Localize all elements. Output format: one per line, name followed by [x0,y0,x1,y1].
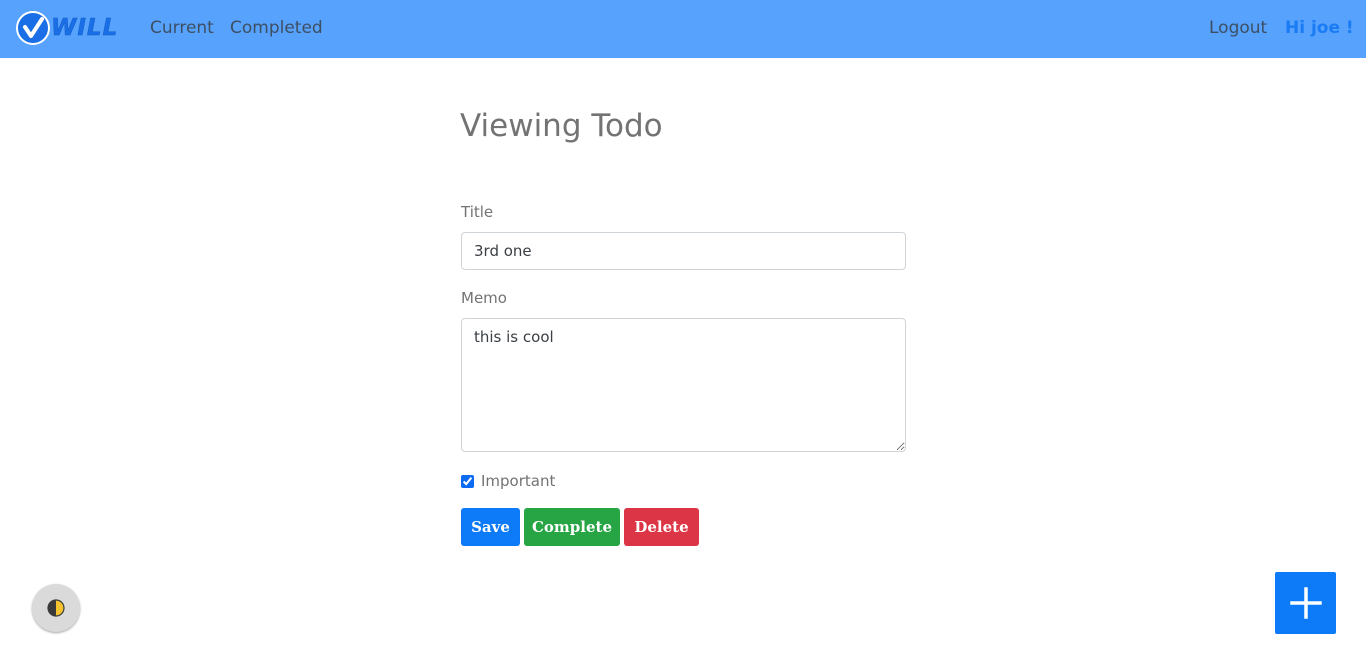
nav-link-logout[interactable]: Logout [1209,17,1267,39]
title-input[interactable] [461,232,906,270]
brand-text: WILL [51,15,119,42]
add-todo-button[interactable] [1275,572,1336,634]
important-label: Important [481,472,556,490]
brand-logo[interactable]: WILL [16,11,118,45]
top-navbar: WILL Current Completed Logout Hi joe ! [0,0,1366,58]
half-moon-icon [47,599,65,617]
title-label: Title [461,203,494,221]
theme-toggle-button[interactable] [32,584,80,632]
nav-link-completed[interactable]: Completed [230,17,323,39]
plus-icon [1289,587,1322,619]
nav-link-current[interactable]: Current [150,17,214,39]
important-checkbox[interactable] [461,474,474,488]
checkmark-circle-icon [16,11,50,45]
delete-button[interactable]: Delete [624,508,699,546]
user-greeting: Hi joe ! [1285,18,1354,38]
complete-button[interactable]: Complete [524,508,620,546]
memo-textarea[interactable]: this is cool [461,318,906,452]
important-checkbox-row: Important [461,471,555,491]
page-title: Viewing Todo [460,108,663,144]
save-button[interactable]: Save [461,508,520,546]
memo-label: Memo [461,289,507,307]
